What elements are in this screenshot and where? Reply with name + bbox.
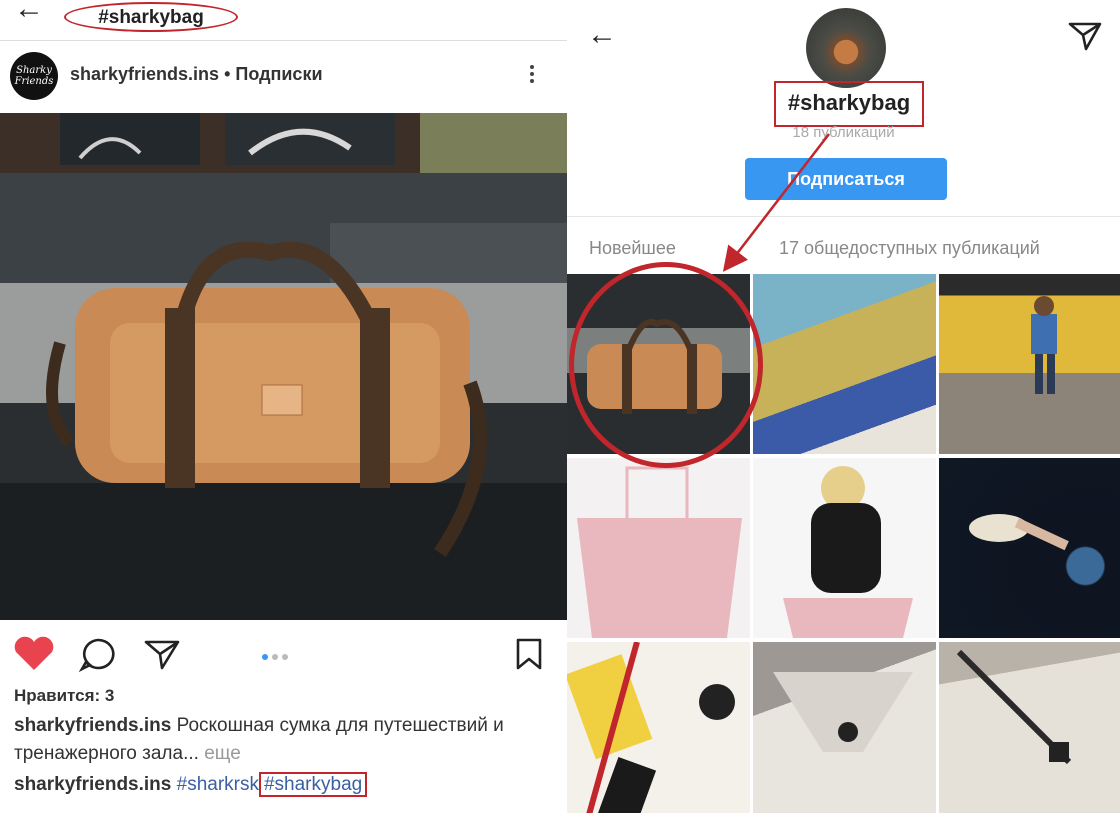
dot-separator: • <box>219 64 236 84</box>
post-username[interactable]: sharkyfriends.ins <box>70 64 219 84</box>
grid-post[interactable] <box>753 642 936 813</box>
carousel-dots <box>262 647 292 665</box>
caption-more-link[interactable]: еще <box>204 743 241 764</box>
caption-username[interactable]: sharkyfriends.ins <box>14 715 171 736</box>
more-icon[interactable] <box>527 62 537 90</box>
header-hashtag: #sharkybag <box>64 2 238 32</box>
bookmark-icon[interactable] <box>512 636 546 672</box>
tab-newest[interactable]: Новейшее <box>589 238 676 259</box>
tags-username[interactable]: sharkyfriends.ins <box>14 774 171 795</box>
grid-post[interactable] <box>753 274 936 454</box>
hashtag-avatar <box>806 8 886 88</box>
follow-button[interactable]: Подписаться <box>745 158 947 200</box>
post-caption: sharkyfriends.ins Роскошная сумка для пу… <box>14 712 534 768</box>
likes-count[interactable]: Нравится: 3 <box>14 686 114 706</box>
public-posts-count: 17 общедоступных публикаций <box>779 238 1040 258</box>
grid-post[interactable] <box>939 458 1120 638</box>
grid-post[interactable] <box>939 642 1120 813</box>
grid-post[interactable] <box>753 458 936 638</box>
share-icon[interactable] <box>142 636 182 672</box>
grid-post[interactable] <box>567 642 750 813</box>
hashtags-line: sharkyfriends.ins #sharkrsk #sharkybag <box>14 772 368 797</box>
bag-photo-illustration <box>0 113 567 620</box>
post-author-line: sharkyfriends.ins • Подписки <box>70 64 323 85</box>
back-arrow-icon[interactable]: ← <box>587 20 617 50</box>
hashtag-page: ← #sharkybag 18 публикаций Подписаться Н… <box>567 0 1120 813</box>
follow-status[interactable]: Подписки <box>235 64 322 84</box>
post-photo <box>0 113 567 620</box>
back-arrow-icon[interactable]: ← <box>14 0 44 24</box>
grid-post[interactable] <box>939 274 1120 454</box>
send-icon[interactable] <box>1067 18 1103 52</box>
heart-icon[interactable] <box>12 636 56 672</box>
hashtag-sharkrsk[interactable]: #sharkrsk <box>177 774 259 795</box>
section-divider <box>567 216 1120 217</box>
header-divider <box>0 40 567 41</box>
highlight-circle <box>569 262 763 468</box>
hashtag-sharkybag[interactable]: #sharkybag <box>258 772 368 797</box>
comment-icon[interactable] <box>78 636 118 672</box>
post-actions <box>0 628 567 676</box>
post-panel: ← #sharkybag Sharky Friends sharkyfriend… <box>0 0 567 813</box>
avatar[interactable]: Sharky Friends <box>10 52 58 100</box>
hashtag-title: #sharkybag <box>774 81 924 127</box>
grid-post[interactable] <box>567 458 750 638</box>
posts-count: 18 публикаций <box>792 124 895 141</box>
